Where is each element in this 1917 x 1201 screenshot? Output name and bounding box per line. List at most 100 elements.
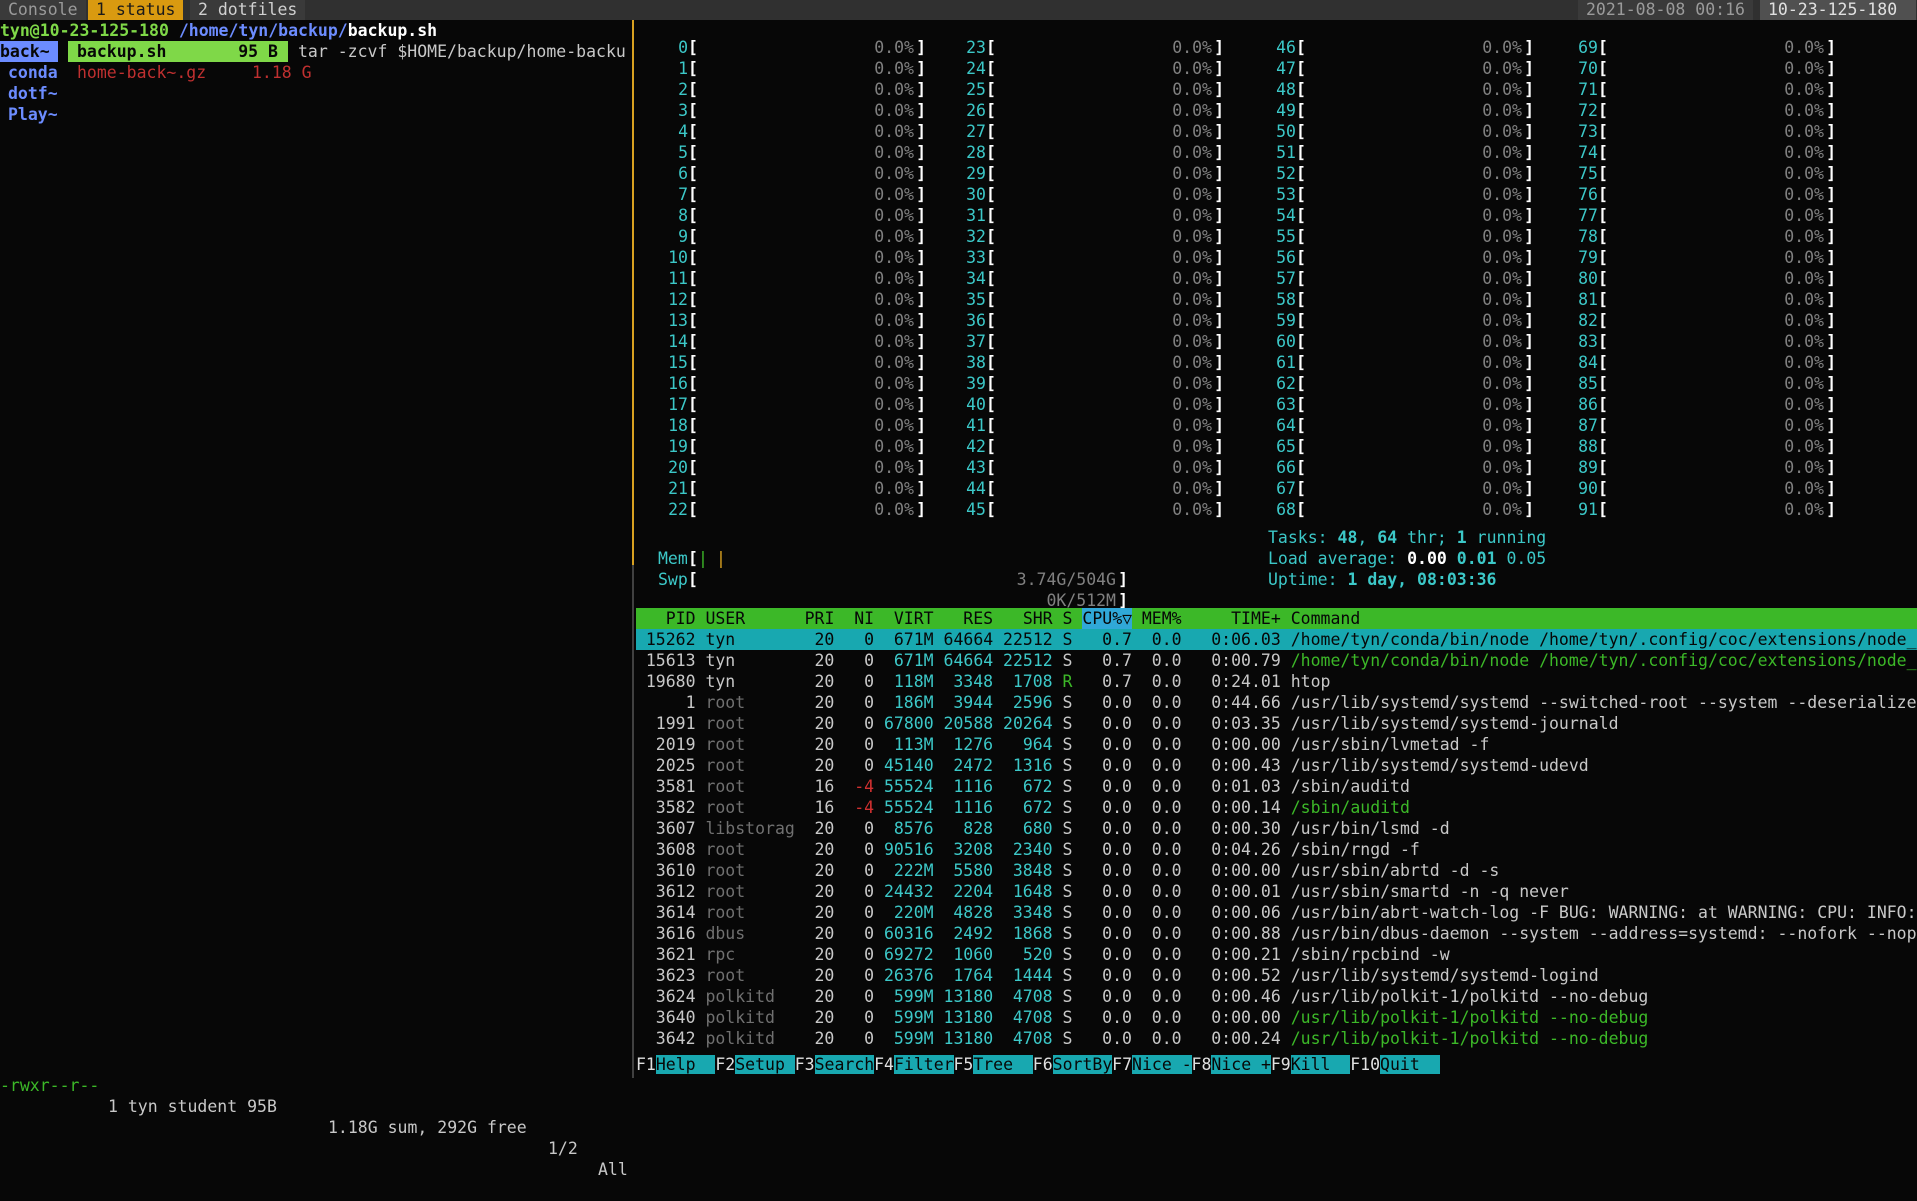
- column-header-res[interactable]: RES: [944, 608, 993, 629]
- column-header-shr[interactable]: SHR: [1003, 608, 1053, 629]
- process-row[interactable]: 15262 tyn 20 0 671M 64664 22512 S 0.7 0.0 0:06.03 /…: [636, 629, 1917, 650]
- cpu-percent: 0.0%: [1482, 500, 1522, 519]
- parent-entry-backup[interactable]: back~: [0, 41, 58, 62]
- process-row[interactable]: 2025 root 20 0 45140 2472 1316 S 0.0 0.0 0:00.43/u…: [636, 755, 1917, 776]
- tmux-tab-console[interactable]: Console: [0, 0, 86, 20]
- meter-bracket: [: [688, 395, 698, 414]
- process-mem: 0.0: [1151, 882, 1182, 901]
- cpu-meter: 84[0.0%]: [1546, 352, 1836, 373]
- meter-bracket: [: [1598, 437, 1608, 456]
- meter-bracket: [: [688, 101, 698, 120]
- meter-bracket: ]: [1524, 101, 1534, 120]
- process-shr: 1868: [1012, 924, 1053, 943]
- cpu-meter: 29[0.0%]: [934, 163, 1224, 184]
- process-row[interactable]: 3581 root 16 -4 55524 1116 672 S 0.0 0.0 0:01.03/s…: [636, 776, 1917, 797]
- process-row[interactable]: 3616 dbus 20 0 60316 2492 1868 S 0.0 0.0 0:00.88/u…: [636, 923, 1917, 944]
- process-row[interactable]: 3623 root 20 0 26376 1764 1444 S 0.0 0.0 0:00.52/u…: [636, 965, 1917, 986]
- process-row[interactable]: 3642 polkitd 20 0 599M 13180 4708 S 0.0 0.0 0:00.2…: [636, 1028, 1917, 1049]
- meter-bracket: ]: [1524, 290, 1534, 309]
- fkey-kill[interactable]: F9Kill: [1271, 1054, 1351, 1075]
- cpu-meter: 37[0.0%]: [934, 331, 1224, 352]
- column-header-mem[interactable]: MEM%: [1132, 608, 1182, 629]
- file-entry-home-backup-gz[interactable]: home-back~.gz 1.18 G: [68, 62, 312, 83]
- column-header-pid[interactable]: PID: [636, 608, 696, 629]
- process-virt: 55524: [884, 798, 934, 817]
- fkey-filter[interactable]: F4Filter: [874, 1054, 954, 1075]
- column-header-pri[interactable]: PRI: [805, 608, 835, 629]
- cpu-percent: 0.0%: [1482, 59, 1522, 78]
- process-res: 1116: [953, 777, 994, 796]
- process-res: 2492: [953, 924, 994, 943]
- column-header-ni[interactable]: NI: [844, 608, 874, 629]
- meter-bracket: ]: [1214, 437, 1224, 456]
- fkey-nice-[interactable]: F7Nice -: [1112, 1054, 1192, 1075]
- process-row[interactable]: 19680 tyn 20 0 118M 3348 1708 R 0.7 0.0 0:24.01 hto…: [636, 671, 1917, 692]
- meter-bracket: ]: [1524, 437, 1534, 456]
- file-entry-backup-sh[interactable]: backup.sh 95 B: [68, 41, 288, 62]
- fkey-nice-[interactable]: F8Nice +: [1192, 1054, 1271, 1075]
- cpu-id: 64: [1276, 416, 1296, 435]
- meter-bracket: [: [688, 38, 698, 57]
- meter-bracket: [: [1598, 122, 1608, 141]
- meter-bracket: [: [1598, 458, 1608, 477]
- process-row[interactable]: 3608 root 20 0 90516 3208 2340 S 0.0 0.0 0:04.26/s…: [636, 839, 1917, 860]
- column-header-time[interactable]: TIME+: [1192, 608, 1281, 629]
- fkey-key: F3: [794, 1055, 815, 1074]
- tmux-tab-dotfiles[interactable]: 2 dotfiles: [190, 0, 306, 20]
- cpu-meter: 90[0.0%]: [1546, 478, 1836, 499]
- cpu-id: 70: [1578, 59, 1598, 78]
- cpu-meter: 17[0.0%]: [636, 394, 926, 415]
- cpu-percent: 0.0%: [874, 185, 914, 204]
- pane-divider[interactable]: [632, 20, 634, 565]
- cpu-id: 28: [966, 143, 986, 162]
- process-ni: 0: [864, 903, 875, 922]
- meter-bracket: ]: [1214, 416, 1224, 435]
- process-row[interactable]: 3640 polkitd 20 0 599M 13180 4708 S 0.0 0.0 0:00.0…: [636, 1007, 1917, 1028]
- process-row[interactable]: 3607 libstorag 20 0 8576 828 680 S 0.0 0.0 0:00.30…: [636, 818, 1917, 839]
- process-cpu: 0.7: [1102, 651, 1132, 670]
- cpu-percent: 0.0%: [1482, 374, 1522, 393]
- process-row[interactable]: 3614 root 20 0 220M 4828 3348 S 0.0 0.0 0:00.06/us…: [636, 902, 1917, 923]
- parent-entry-conda[interactable]: conda: [8, 62, 58, 83]
- meter-bracket: ]: [1524, 143, 1534, 162]
- cpu-meter: 24[0.0%]: [934, 58, 1224, 79]
- process-res: 828: [963, 819, 994, 838]
- cpu-percent: 0.0%: [1784, 416, 1824, 435]
- fkey-tree[interactable]: F5Tree: [953, 1054, 1033, 1075]
- process-mem: 0.0: [1151, 903, 1182, 922]
- fkey-quit[interactable]: F10Quit: [1350, 1054, 1440, 1075]
- process-shr: 20264: [1003, 714, 1053, 733]
- meter-bracket: ]: [1524, 80, 1534, 99]
- fkey-label: SortBy: [1052, 1055, 1113, 1074]
- fkey-sortby[interactable]: F6SortBy: [1033, 1054, 1113, 1075]
- tmux-tab-status[interactable]: 1 status: [88, 0, 184, 20]
- fkey-help[interactable]: F1Help: [636, 1054, 716, 1075]
- column-header-virt[interactable]: VIRT: [884, 608, 934, 629]
- column-header-cmd[interactable]: Command: [1291, 608, 1361, 629]
- process-res: 1116: [953, 798, 994, 817]
- meter-bracket: ]: [1214, 206, 1224, 225]
- column-header-user[interactable]: USER: [705, 608, 745, 629]
- process-row[interactable]: 1 root 20 0 186M 3944 2596 S 0.0 0.0 0:44.66/usr/l…: [636, 692, 1917, 713]
- process-row[interactable]: 3621 rpc 20 0 69272 1060 520 S 0.0 0.0 0:00.21/sbi…: [636, 944, 1917, 965]
- process-row[interactable]: 3612 root 20 0 24432 2204 1648 S 0.0 0.0 0:00.01/u…: [636, 881, 1917, 902]
- cpu-meter: 88[0.0%]: [1546, 436, 1836, 457]
- column-header-s[interactable]: S: [1063, 608, 1073, 629]
- process-time: 0:44.66: [1211, 693, 1281, 712]
- process-row[interactable]: 3582 root 16 -4 55524 1116 672 S 0.0 0.0 0:00.14/s…: [636, 797, 1917, 818]
- fkey-setup[interactable]: F2Setup: [715, 1054, 795, 1075]
- process-row[interactable]: 15613 tyn 20 0 671M 64664 22512 S 0.7 0.0 0:00.79 /…: [636, 650, 1917, 671]
- process-row[interactable]: 3624 polkitd 20 0 599M 13180 4708 S 0.0 0.0 0:00.4…: [636, 986, 1917, 1007]
- column-header-cpu[interactable]: CPU%▽: [1082, 608, 1132, 629]
- process-row[interactable]: 2019 root 20 0 113M 1276 964 S 0.0 0.0 0:00.00/usr…: [636, 734, 1917, 755]
- cpu-id: 54: [1276, 206, 1296, 225]
- pane-divider[interactable]: [632, 565, 634, 1078]
- fkey-search[interactable]: F3Search: [794, 1054, 875, 1075]
- process-row[interactable]: 1991 root 20 0 67800 20588 20264 S 0.0 0.0 0:03.35…: [636, 713, 1917, 734]
- parent-entry-dotfiles[interactable]: dotf~: [8, 83, 58, 104]
- process-time: 0:04.26: [1211, 840, 1281, 859]
- process-row[interactable]: 3610 root 20 0 222M 5580 3848 S 0.0 0.0 0:00.00/us…: [636, 860, 1917, 881]
- cpu-meter: 55[0.0%]: [1244, 226, 1534, 247]
- parent-entry-play[interactable]: Play~: [8, 104, 58, 125]
- process-pri: 20: [814, 651, 835, 670]
